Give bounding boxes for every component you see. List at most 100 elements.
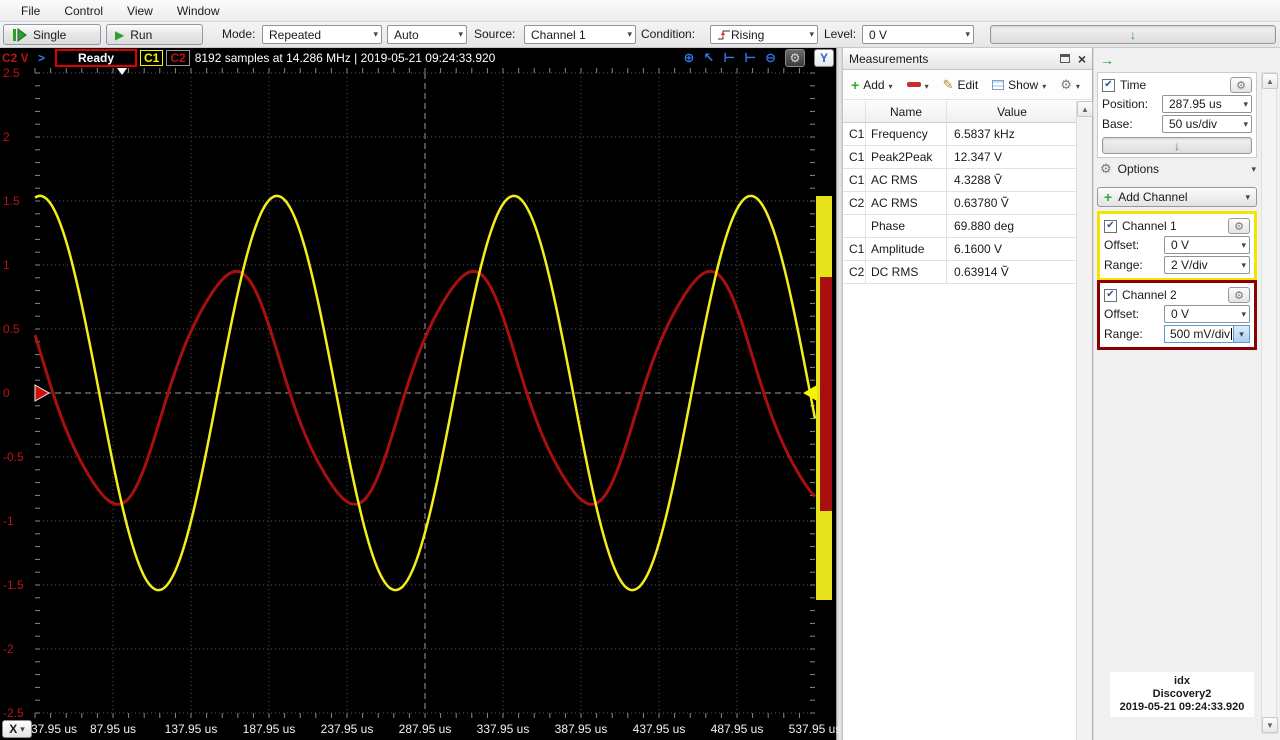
x-tick-label: 487.95 us	[710, 722, 764, 736]
channel1-settings-button[interactable]: ⚙	[1228, 218, 1250, 234]
chevron-down-icon: ▾	[373, 29, 378, 39]
time-position-select[interactable]: 287.95 us ▾	[1162, 95, 1252, 113]
channel2-badge[interactable]: C2	[166, 50, 190, 66]
row-name: DC RMS	[866, 261, 947, 283]
gear-icon: ⚙	[1236, 79, 1246, 92]
table-row[interactable]: C2 DC RMS 0.63914 Ṽ	[843, 261, 1077, 284]
mode-select[interactable]: Repeated ▾	[262, 25, 382, 44]
pointer-tool-icon[interactable]: ↖	[703, 50, 714, 66]
scroll-up-button[interactable]: ▲	[1077, 101, 1093, 117]
channel1-group-label: Channel 1	[1122, 219, 1177, 233]
y-cursor-tool-icon[interactable]: ⊢	[744, 50, 756, 66]
waveforms-app-window: File Control View Window Single ▶ Run Mo…	[0, 0, 1280, 740]
x-axis-button[interactable]: X ▾	[2, 720, 32, 738]
run-button[interactable]: ▶ Run	[106, 24, 203, 45]
channel1-range-select[interactable]: 2 V/div ▾	[1164, 256, 1250, 274]
add-measurement-button[interactable]: + Add ▾	[851, 77, 893, 93]
row-name: Phase	[866, 215, 947, 237]
time-base-select[interactable]: 50 us/div ▾	[1162, 115, 1252, 133]
panel-collapse-arrow-icon[interactable]: →	[1100, 52, 1114, 68]
time-checkbox[interactable]: ✔	[1102, 78, 1115, 92]
row-name: Peak2Peak	[866, 146, 947, 168]
sidebar-scrollbar[interactable]: ▲ ▼	[1261, 72, 1278, 734]
gear-icon: ⚙	[789, 51, 801, 65]
x-tick-label: 37.95 us	[31, 722, 78, 736]
table-row[interactable]: C1 AC RMS 4.3288 Ṽ	[843, 169, 1077, 192]
row-channel: C1	[843, 146, 866, 168]
edit-measurement-button[interactable]: ✎ Edit	[943, 77, 979, 93]
show-measurement-button[interactable]: Show ▾	[992, 78, 1046, 92]
remove-measurement-button[interactable]: ▾	[906, 78, 929, 91]
chevron-down-icon: ▾	[458, 29, 463, 39]
trigger-mode-select[interactable]: Auto ▾	[387, 25, 467, 44]
zoom-in-icon[interactable]: ⊕	[684, 50, 695, 66]
measurements-settings-button[interactable]: ⚙ ▾	[1060, 77, 1080, 93]
add-channel-button[interactable]: + Add Channel ▾	[1097, 187, 1257, 207]
x-tick-label: 537.95 us	[788, 722, 842, 736]
measurements-scrollbar[interactable]: ▲	[1076, 101, 1093, 740]
y-axis-channel-label: C2 V	[2, 51, 29, 65]
chevron-down-icon: ▾	[20, 723, 25, 734]
channel2-offset-marker[interactable]	[34, 384, 51, 402]
row-value: 0.63780 Ṽ	[954, 196, 1009, 210]
x-cursor-tool-icon[interactable]: ⊢	[723, 50, 735, 66]
pencil-icon: ✎	[942, 76, 954, 92]
scroll-up-button[interactable]: ▲	[1262, 73, 1278, 89]
channel1-checkbox[interactable]: ✔	[1104, 219, 1117, 233]
level-label: Level:	[824, 27, 857, 41]
scroll-down-button[interactable]: ▼	[1262, 717, 1278, 733]
scope-plot[interactable]: 2.5 2 1.5 1 0.5 0 -0.5 -1 -1.5 -2 -2.5	[0, 68, 836, 718]
channel2-range-input[interactable]: 500 mV/div ▾	[1164, 325, 1250, 343]
table-row[interactable]: C1 Frequency 6.5837 kHz	[843, 123, 1077, 146]
menu-view[interactable]: View	[116, 2, 164, 20]
gear-icon: ⚙	[1100, 161, 1112, 176]
options-row[interactable]: ⚙ Options ▾	[1100, 161, 1256, 177]
channel1-group: ✔ Channel 1 ⚙ Offset: 0 V ▾ Range: 2 V/d…	[1097, 211, 1257, 281]
row-channel: C2	[843, 192, 866, 214]
channel2-group: ✔ Channel 2 ⚙ Offset: 0 V ▾ Range: 500 m…	[1097, 280, 1257, 350]
panel-splitter[interactable]	[836, 48, 843, 740]
row-name: Frequency	[866, 123, 947, 145]
menu-window[interactable]: Window	[166, 2, 231, 20]
table-row[interactable]: C1 Peak2Peak 12.347 V	[843, 146, 1077, 169]
y-tick-label: -2.5	[3, 706, 24, 718]
table-row[interactable]: Phase 69.880 deg	[843, 215, 1077, 238]
zoom-out-icon[interactable]: ⊖	[765, 50, 776, 66]
trigger-level-select[interactable]: 0 V ▾	[862, 25, 974, 44]
trigger-position-slider[interactable]: ↓	[990, 25, 1276, 44]
menu-control[interactable]: Control	[53, 2, 114, 20]
y-axis-button[interactable]: Y	[814, 49, 834, 67]
channel1-badge[interactable]: C1	[140, 50, 164, 66]
single-button-label: Single	[33, 27, 67, 42]
single-button[interactable]: Single	[3, 24, 101, 45]
x-tick-label: 337.95 us	[476, 722, 530, 736]
channel2-checkbox[interactable]: ✔	[1104, 288, 1117, 302]
chevron-down-icon: ▾	[1245, 191, 1250, 202]
time-position-slider[interactable]: ↓	[1102, 137, 1252, 154]
channel2-settings-button[interactable]: ⚙	[1228, 287, 1250, 303]
time-position-value: 287.95 us	[1169, 97, 1222, 111]
check-icon: ✔	[1104, 78, 1113, 90]
table-row[interactable]: C2 AC RMS 0.63780 Ṽ	[843, 192, 1077, 215]
range-label: Range:	[1104, 327, 1143, 341]
channel1-offset-value: 0 V	[1171, 238, 1190, 252]
chevron-down-icon: ▾	[1075, 82, 1080, 91]
table-row[interactable]: C1 Amplitude 6.1600 V	[843, 238, 1077, 261]
show-label: Show	[1008, 77, 1039, 92]
row-name: Amplitude	[866, 238, 947, 260]
channel2-offset-select[interactable]: 0 V ▾	[1164, 305, 1250, 323]
trigger-source-select[interactable]: Channel 1 ▾	[524, 25, 636, 44]
menu-file[interactable]: File	[10, 2, 51, 20]
channel1-range-value: 2 V/div	[1171, 258, 1208, 272]
trigger-position-marker[interactable]	[117, 68, 127, 75]
plot-settings-button[interactable]: ⚙	[785, 49, 805, 67]
row-channel	[843, 215, 866, 237]
gear-icon: ⚙	[1060, 76, 1072, 92]
trigger-condition-select[interactable]: Rising ▾	[710, 25, 818, 44]
time-settings-button[interactable]: ⚙	[1230, 77, 1252, 93]
undock-icon[interactable]	[1059, 54, 1070, 63]
row-value: 12.347 V	[954, 150, 1003, 164]
channel1-offset-select[interactable]: 0 V ▾	[1164, 236, 1250, 254]
channel2-range-dropdown-button[interactable]: ▾	[1233, 326, 1249, 342]
close-icon[interactable]: ×	[1078, 52, 1086, 66]
